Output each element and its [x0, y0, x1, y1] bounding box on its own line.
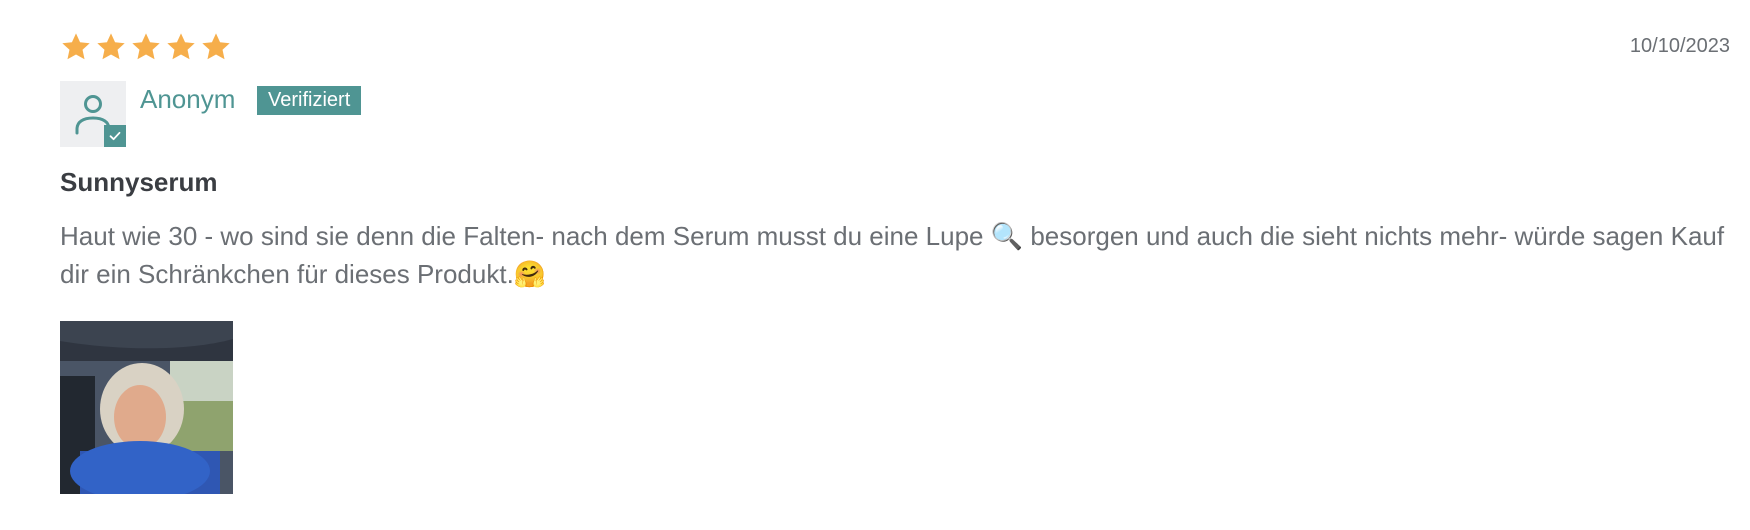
star-icon	[200, 31, 232, 63]
star-icon	[60, 31, 92, 63]
verified-badge: Verifiziert	[257, 86, 362, 115]
review-card: 10/10/2023 Anonym Verifiziert Sunnyserum…	[60, 30, 1730, 500]
review-body: Haut wie 30 - wo sind sie denn die Falte…	[60, 221, 1725, 289]
star-icon	[95, 31, 127, 63]
review-date: 10/10/2023	[1629, 35, 1730, 57]
star-rating	[60, 31, 232, 63]
verified-check-icon	[104, 125, 126, 147]
review-photo[interactable]	[60, 321, 233, 494]
star-icon	[130, 31, 162, 63]
avatar	[60, 81, 126, 147]
author-name: Anonym	[140, 84, 236, 114]
review-title: Sunnyserum	[60, 167, 218, 197]
star-icon	[165, 31, 197, 63]
review-photo-image	[60, 321, 233, 494]
